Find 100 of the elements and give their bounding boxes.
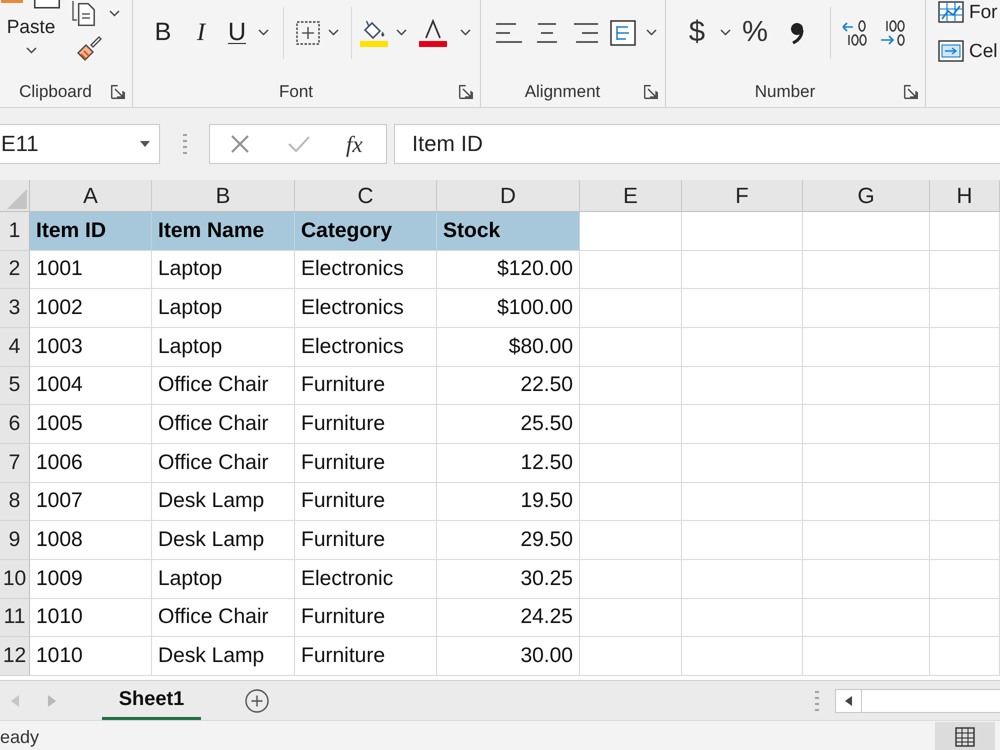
row-header[interactable]: 9	[0, 521, 30, 560]
empty-cell[interactable]	[580, 328, 682, 367]
align-right-icon[interactable]	[572, 22, 598, 42]
column-header[interactable]: E	[580, 180, 682, 212]
empty-cell[interactable]	[930, 212, 1000, 251]
dialog-launcher-icon[interactable]	[111, 85, 125, 99]
row-header[interactable]: 7	[0, 444, 30, 483]
empty-cell[interactable]	[580, 598, 682, 638]
empty-cell[interactable]	[580, 444, 682, 483]
dialog-launcher-icon[interactable]	[644, 85, 658, 99]
align-center-icon[interactable]	[534, 22, 560, 42]
empty-cell[interactable]	[803, 289, 930, 328]
empty-cell[interactable]	[803, 250, 930, 290]
insert-function-button[interactable]: fx	[346, 132, 363, 156]
row-header[interactable]: 2	[0, 250, 30, 290]
empty-cell[interactable]	[930, 328, 1000, 367]
empty-cell[interactable]	[930, 405, 1000, 444]
align-left-icon[interactable]	[496, 22, 522, 42]
empty-cell[interactable]	[930, 444, 1000, 483]
empty-cell[interactable]	[930, 250, 1000, 290]
formula-field[interactable]: Item ID	[394, 124, 1000, 164]
grid-view-icon[interactable]	[935, 722, 995, 750]
empty-cell[interactable]	[580, 250, 682, 290]
empty-cell[interactable]	[803, 598, 930, 638]
empty-cell[interactable]	[930, 637, 1000, 676]
empty-cell[interactable]	[803, 444, 930, 483]
row-header[interactable]: 3	[0, 289, 30, 328]
row-header[interactable]: 11	[0, 598, 30, 638]
row-header[interactable]: 12	[0, 637, 30, 676]
empty-cell[interactable]	[930, 560, 1000, 599]
caret-icon[interactable]	[258, 29, 269, 36]
column-header[interactable]: D	[437, 180, 580, 212]
caret-icon[interactable]	[720, 29, 731, 36]
empty-cell[interactable]	[930, 289, 1000, 328]
dialog-launcher-icon[interactable]	[904, 85, 918, 99]
column-header[interactable]: A	[30, 180, 152, 212]
empty-cell[interactable]	[803, 405, 930, 444]
column-header[interactable]: G	[803, 180, 930, 212]
empty-cell[interactable]	[682, 289, 803, 328]
empty-cell[interactable]	[803, 521, 930, 560]
empty-cell[interactable]	[682, 328, 803, 367]
bold-button[interactable]: B	[150, 20, 176, 45]
percent-button[interactable]: %	[739, 18, 771, 47]
triangle-left-icon[interactable]	[11, 694, 19, 706]
row-header[interactable]: 10	[0, 560, 30, 599]
text-box-icon[interactable]	[610, 20, 636, 46]
empty-cell[interactable]	[930, 521, 1000, 560]
empty-cell[interactable]	[580, 366, 682, 406]
right-arrow-zeros-icon[interactable]	[879, 18, 907, 46]
triangle-right-icon[interactable]	[48, 694, 56, 706]
empty-cell[interactable]	[682, 560, 803, 599]
column-header[interactable]: B	[152, 180, 295, 212]
row-header[interactable]: 5	[0, 366, 30, 406]
empty-cell[interactable]	[682, 637, 803, 676]
plus-icon[interactable]	[245, 688, 269, 712]
drag-handle-icon[interactable]	[183, 134, 187, 154]
scroll-left-button[interactable]	[835, 688, 862, 712]
empty-cell[interactable]	[682, 212, 803, 251]
empty-cell[interactable]	[803, 637, 930, 676]
comma-icon[interactable]	[790, 22, 804, 44]
drag-handle-icon[interactable]	[815, 690, 819, 710]
style-command-button[interactable]: For	[938, 1, 998, 23]
column-header[interactable]: C	[295, 180, 437, 212]
font-color-icon[interactable]	[419, 18, 447, 46]
empty-cell[interactable]	[803, 212, 930, 251]
dialog-launcher-icon[interactable]	[459, 85, 473, 99]
caret-icon[interactable]	[396, 29, 407, 36]
select-all-icon[interactable]	[7, 189, 27, 209]
paste-button[interactable]: Paste	[0, 0, 62, 54]
empty-cell[interactable]	[930, 482, 1000, 522]
row-header[interactable]: 6	[0, 405, 30, 444]
paint-bucket-icon[interactable]	[360, 18, 388, 46]
empty-cell[interactable]	[682, 444, 803, 483]
currency-button[interactable]: $	[685, 18, 709, 47]
italic-button[interactable]: I	[188, 20, 214, 45]
row-header[interactable]: 1	[0, 212, 30, 251]
dropdown-icon[interactable]	[140, 141, 150, 147]
caret-icon[interactable]	[646, 29, 657, 36]
paintbrush-icon[interactable]	[76, 36, 102, 62]
left-arrow-zeros-icon[interactable]	[841, 18, 869, 46]
empty-cell[interactable]	[930, 366, 1000, 406]
border-icon[interactable]	[296, 20, 320, 44]
empty-cell[interactable]	[580, 560, 682, 599]
column-header[interactable]: F	[682, 180, 803, 212]
empty-cell[interactable]	[803, 560, 930, 599]
column-header[interactable]: H	[930, 180, 1000, 212]
row-header[interactable]: 4	[0, 328, 30, 367]
check-icon[interactable]	[288, 136, 310, 152]
empty-cell[interactable]	[682, 366, 803, 406]
underline-button[interactable]: U	[224, 20, 250, 45]
empty-cell[interactable]	[580, 637, 682, 676]
empty-cell[interactable]	[803, 482, 930, 522]
empty-cell[interactable]	[580, 405, 682, 444]
empty-cell[interactable]	[682, 482, 803, 522]
empty-cell[interactable]	[682, 598, 803, 638]
style-command-button[interactable]: Cel	[938, 40, 998, 62]
cancel-icon[interactable]	[230, 134, 250, 154]
empty-cell[interactable]	[803, 366, 930, 406]
empty-cell[interactable]	[580, 521, 682, 560]
name-box[interactable]: E11	[0, 124, 160, 164]
